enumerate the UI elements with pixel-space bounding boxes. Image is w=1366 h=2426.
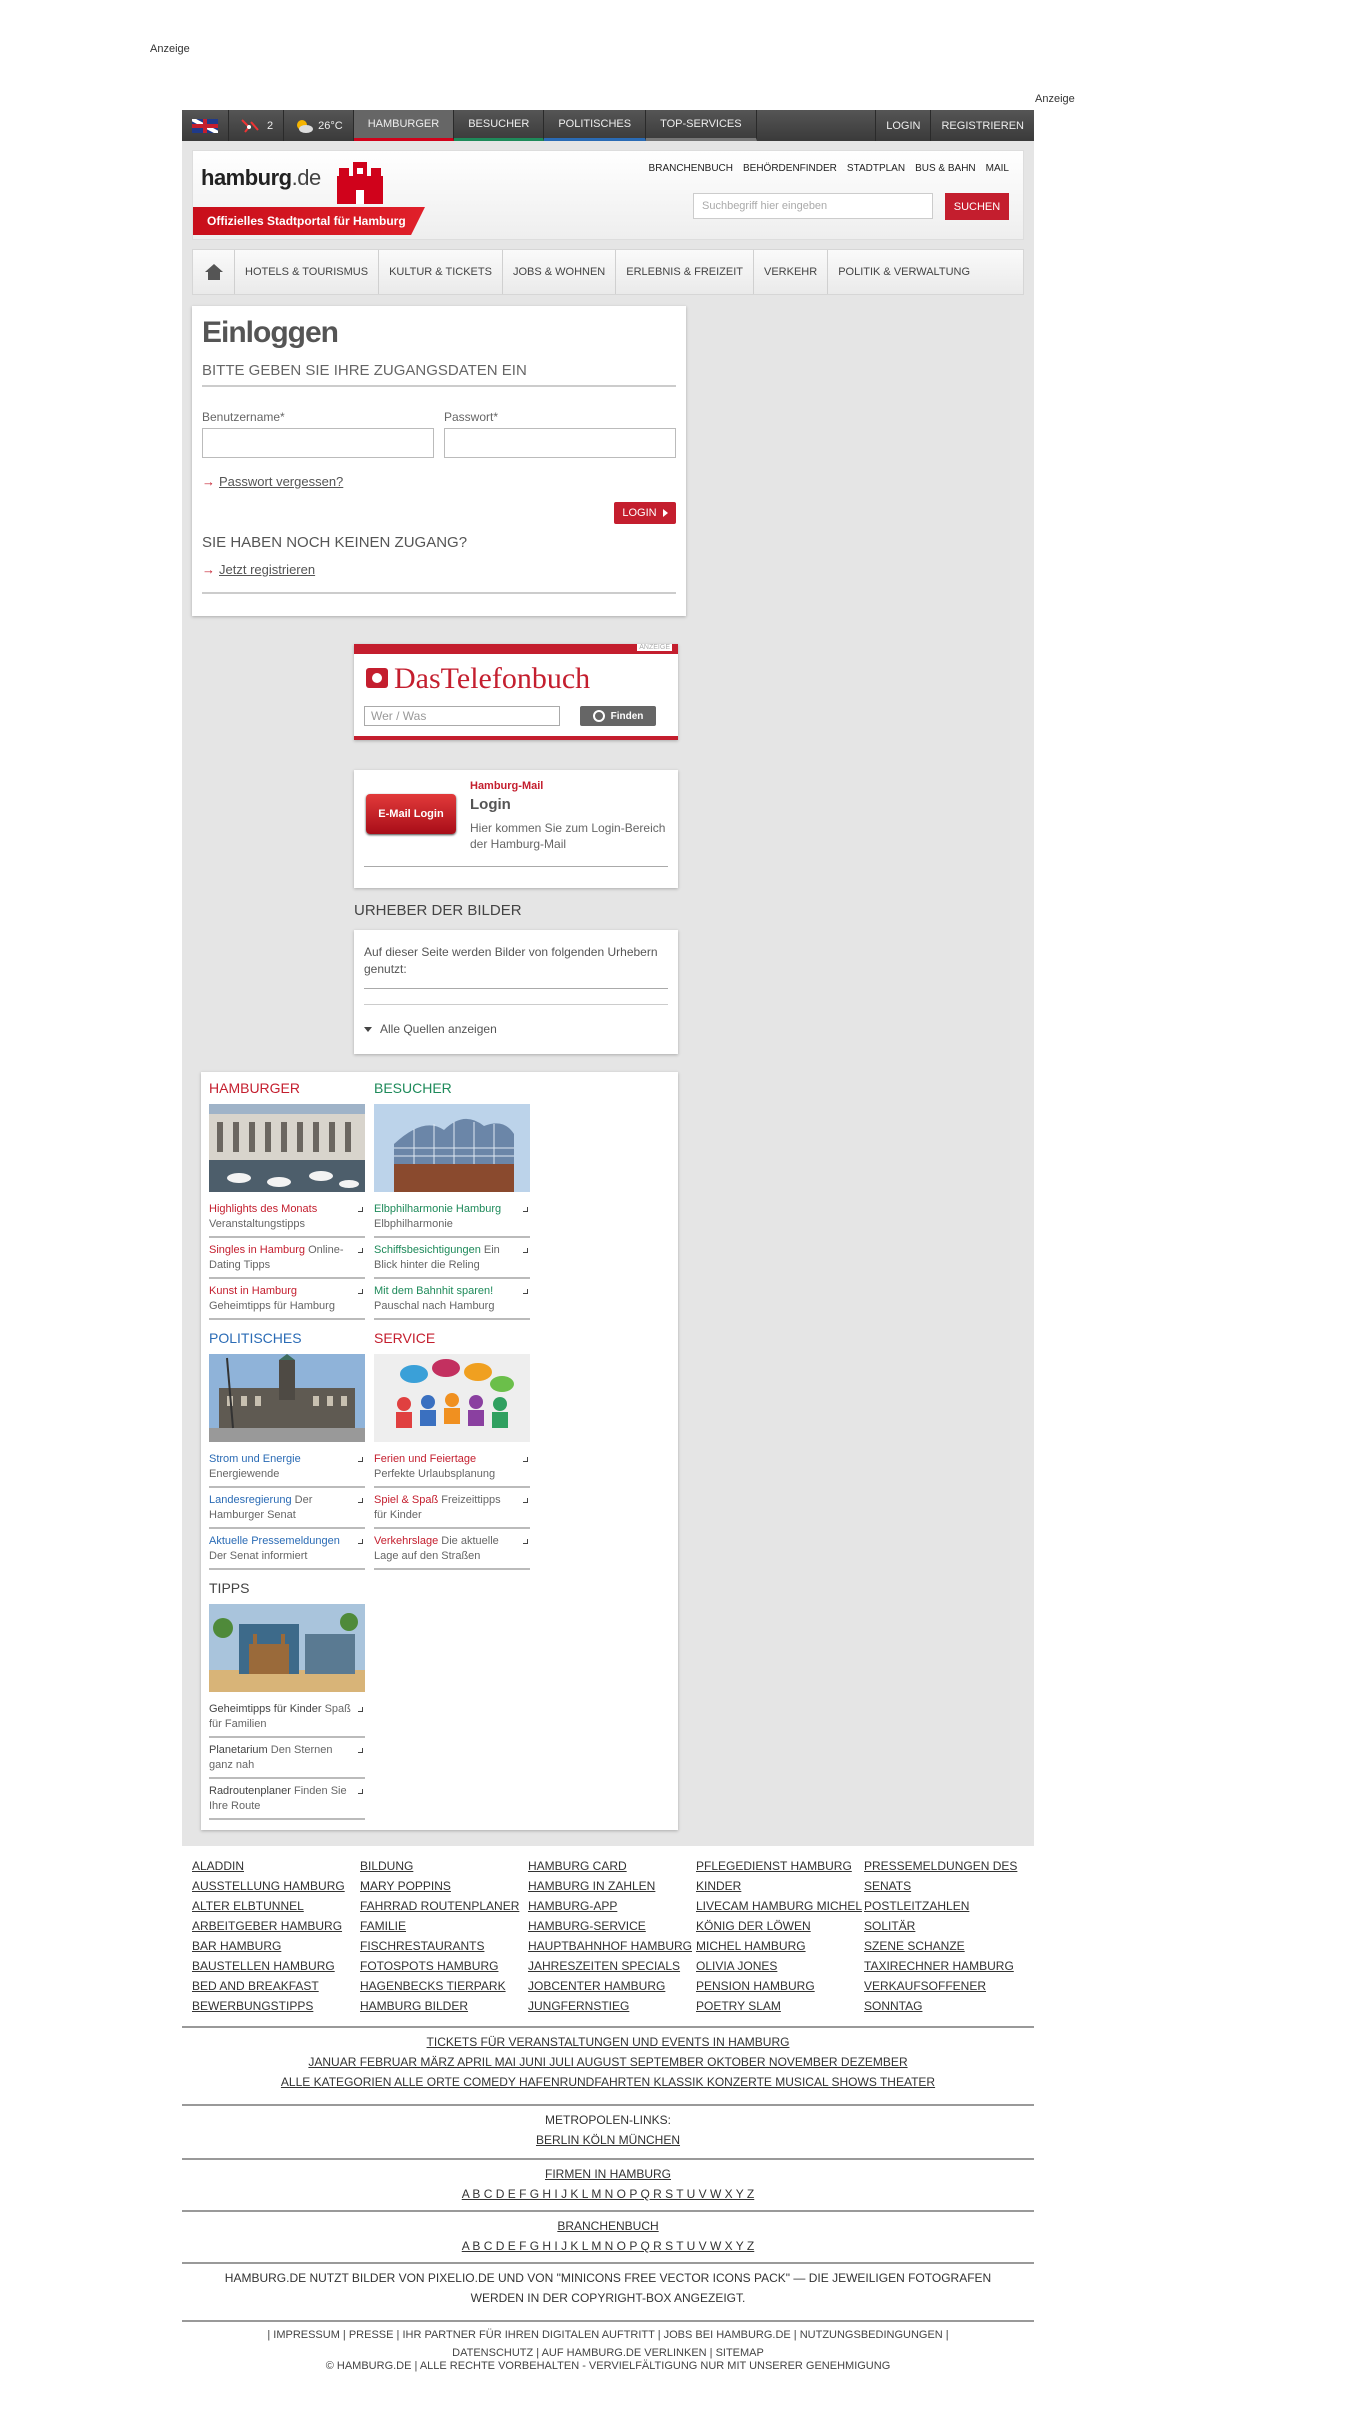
metro-title: METROPOLEN-LINKS: [544, 2113, 672, 2127]
legal-links-text[interactable]: | IMPRESSUM | PRESSE | IHR PARTNER FÜR I… [252, 2326, 964, 2362]
legal-links[interactable]: | IMPRESSUM | PRESSE | IHR PARTNER FÜR I… [182, 2320, 1034, 2362]
tickets-block: TICKETS FÜR VERANSTALTUNGEN UND EVENTS I… [182, 2026, 1034, 2092]
firmen-alphabet[interactable]: A B C D E F G H I J K L M N O P Q R S T … [182, 2184, 1034, 2204]
tickets-title[interactable]: TICKETS FÜR VERANSTALTUNGEN UND EVENTS I… [182, 2032, 1034, 2052]
tickets-months[interactable]: JANUAR FEBRUAR MÄRZ APRIL MAI JUNI JULI … [182, 2052, 1034, 2072]
branchenbuch-block: BRANCHENBUCH A B C D E F G H I J K L M N… [182, 2210, 1034, 2256]
copyright: © HAMBURG.DE | ALLE RECHTE VORBEHALTEN -… [325, 2360, 891, 2372]
credits-block: HAMBURG.DE NUTZT BILDER VON PIXELIO.DE U… [182, 2262, 1034, 2316]
tickets-categories[interactable]: ALLE KATEGORIEN ALLE ORTE COMEDY HAFENRU… [182, 2072, 1034, 2092]
branchenbuch-alphabet[interactable]: A B C D E F G H I J K L M N O P Q R S T … [182, 2236, 1034, 2256]
image-credits: HAMBURG.DE NUTZT BILDER VON PIXELIO.DE U… [224, 2271, 992, 2305]
metro-block: METROPOLEN-LINKS: BERLIN KÖLN MÜNCHEN [182, 2104, 1034, 2150]
footer-area: TICKETS FÜR VERANSTALTUNGEN UND EVENTS I… [182, 0, 1034, 2426]
ad-label-right: Anzeige [1035, 93, 1075, 105]
firmen-block: FIRMEN IN HAMBURG A B C D E F G H I J K … [182, 2158, 1034, 2204]
branchenbuch-title[interactable]: BRANCHENBUCH [182, 2216, 1034, 2236]
metro-links[interactable]: BERLIN KÖLN MÜNCHEN [182, 2130, 1034, 2150]
firmen-title[interactable]: FIRMEN IN HAMBURG [182, 2164, 1034, 2184]
